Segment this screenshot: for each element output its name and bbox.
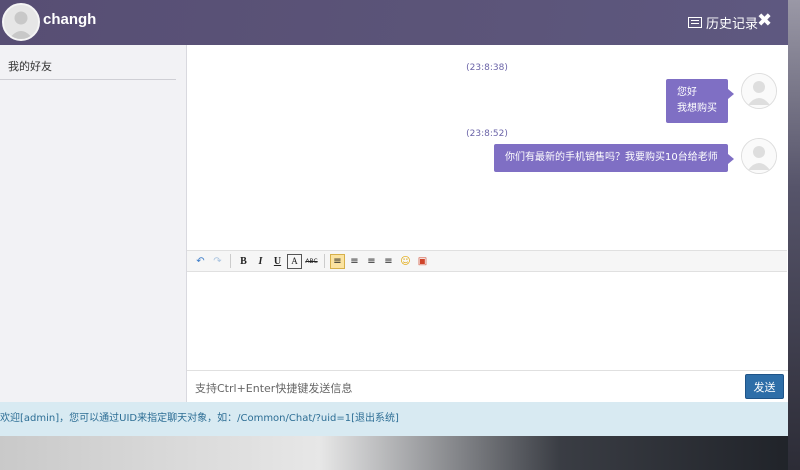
sender-avatar xyxy=(741,138,777,174)
message-line: 您好 xyxy=(677,87,697,98)
avatar-placeholder-icon xyxy=(4,5,38,39)
message-bubble: 你们有最新的手机销售吗？我要购买10台给老师 xyxy=(494,144,734,172)
image-icon[interactable]: ▣ xyxy=(415,254,430,269)
logout-link[interactable]: [退出系统] xyxy=(351,413,399,424)
align-right-button[interactable]: ≡ xyxy=(364,254,379,269)
shortcut-hint: 支持Ctrl+Enter快捷键发送信息 xyxy=(195,382,353,395)
editor-toolbar: ↶ ↷ B I U A ABC ≡ ≡ ≡ ≡ ☺ ▣ xyxy=(187,250,787,272)
welcome-text: 欢迎[admin]，您可以通过UID来指定聊天对象，如：/Common/Chat… xyxy=(0,413,352,424)
emoji-icon[interactable]: ☺ xyxy=(398,254,413,269)
background-photo-strip xyxy=(0,436,800,470)
avatar-placeholder-icon xyxy=(742,74,776,108)
message-line: 我想购买 xyxy=(677,103,717,114)
align-center-button[interactable]: ≡ xyxy=(347,254,362,269)
message-timestamp: (23:8:52) xyxy=(466,129,508,139)
sender-avatar xyxy=(741,73,777,109)
message-timestamp: (23:8:38) xyxy=(466,63,508,73)
italic-button[interactable]: I xyxy=(253,254,268,269)
input-bar: 支持Ctrl+Enter快捷键发送信息 发送 xyxy=(187,370,788,402)
bold-button[interactable]: B xyxy=(236,254,251,269)
friends-sidebar: 我的好友 xyxy=(0,45,187,402)
status-bar: 欢迎[admin]，您可以通过UID来指定聊天对象，如：/Common/Chat… xyxy=(0,402,788,436)
chat-window: changh 历史记录 ✖ 我的好友 (23:8:38) 您好 我想购买 (23… xyxy=(0,0,788,436)
toolbar-divider xyxy=(230,254,231,268)
align-left-button[interactable]: ≡ xyxy=(330,253,345,269)
toolbar-divider xyxy=(324,254,325,268)
background-right-strip xyxy=(788,0,800,470)
message-editor[interactable] xyxy=(188,272,787,370)
underline-button[interactable]: U xyxy=(270,254,285,269)
chat-partner-name: changh xyxy=(43,11,97,28)
message-line: 你们有最新的手机销售吗？我要购买10台给老师 xyxy=(505,152,718,163)
history-button[interactable]: 历史记录 xyxy=(688,13,758,32)
align-justify-button[interactable]: ≡ xyxy=(381,254,396,269)
history-label: 历史记录 xyxy=(706,17,759,32)
friends-list-header[interactable]: 我的好友 xyxy=(0,53,176,80)
close-icon[interactable]: ✖ xyxy=(757,10,772,32)
avatar-placeholder-icon xyxy=(742,139,776,173)
list-icon xyxy=(688,17,702,28)
message-area: (23:8:38) 您好 我想购买 (23:8:52) 你们有最新的手机销售吗？… xyxy=(187,45,788,250)
redo-icon[interactable]: ↷ xyxy=(210,254,225,269)
user-avatar xyxy=(2,3,40,41)
message-bubble: 您好 我想购买 xyxy=(666,79,734,123)
undo-icon[interactable]: ↶ xyxy=(193,254,208,269)
strikethrough-button[interactable]: ABC xyxy=(304,254,319,269)
font-color-button[interactable]: A xyxy=(287,253,302,269)
title-bar: changh 历史记录 ✖ xyxy=(0,0,788,45)
send-button[interactable]: 发送 xyxy=(745,374,784,399)
